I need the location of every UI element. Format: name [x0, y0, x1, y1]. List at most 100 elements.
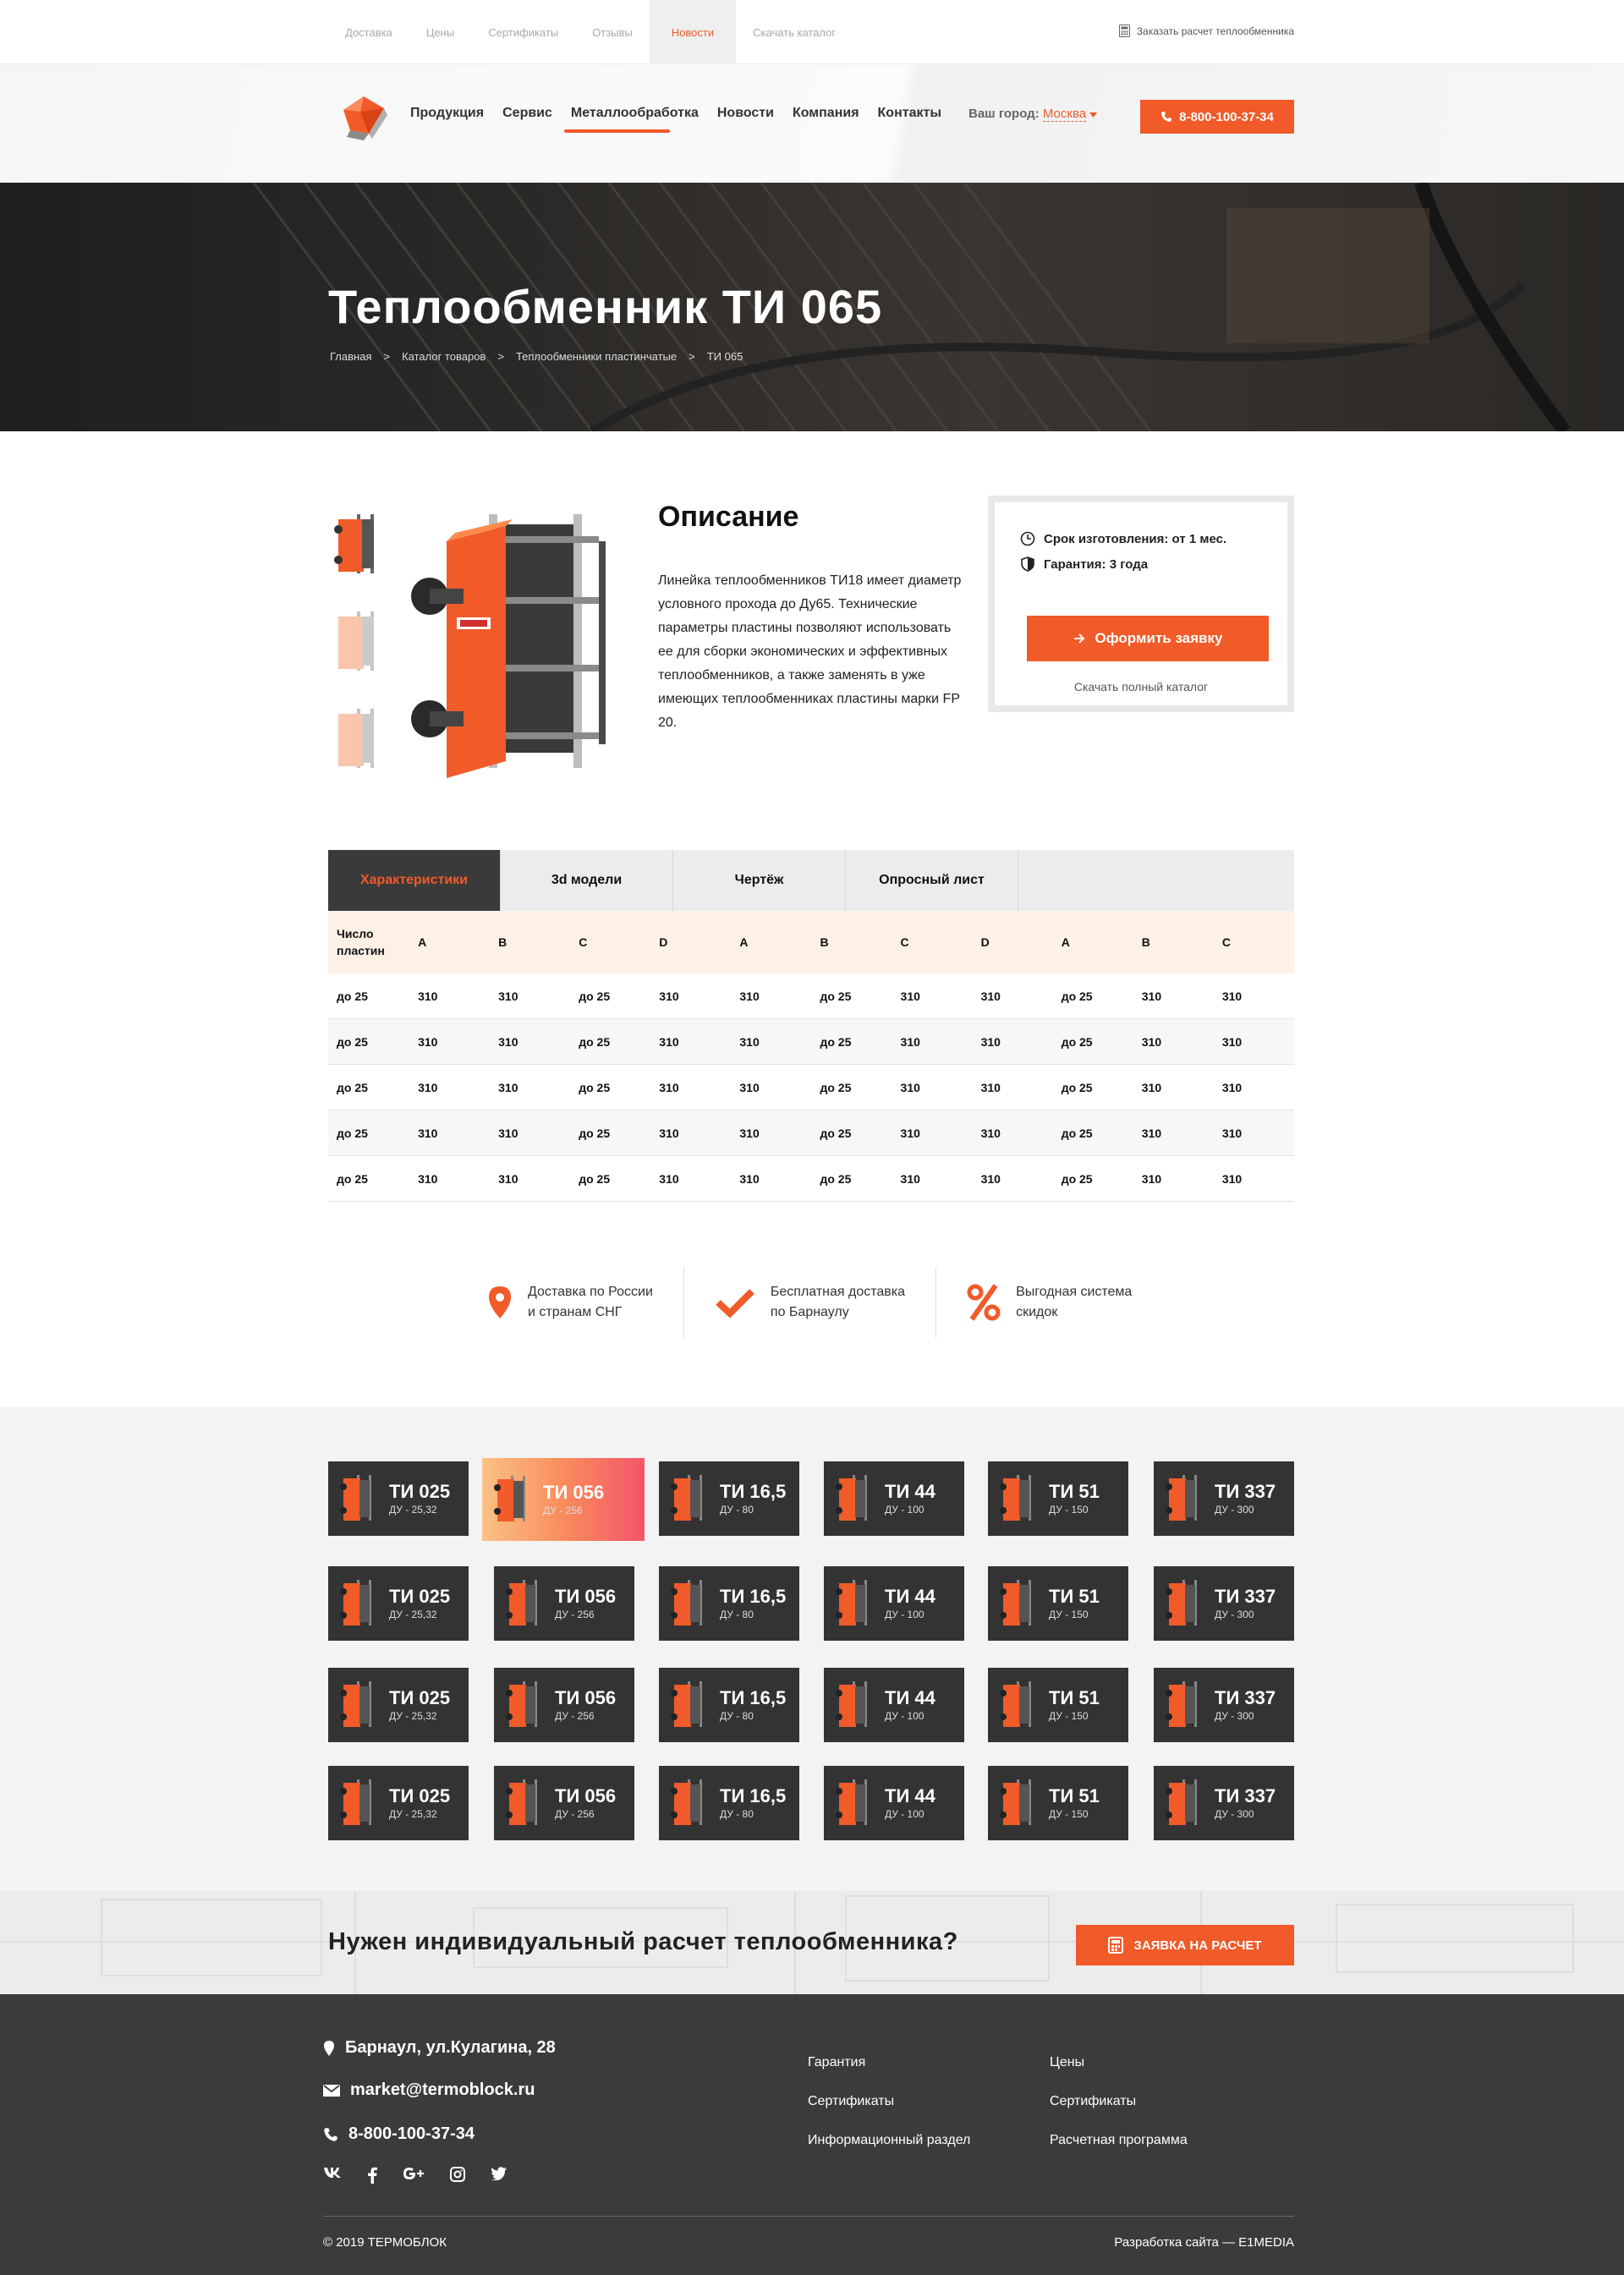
twitter-icon[interactable] — [491, 2167, 508, 2180]
product-card[interactable]: ТИ 51 ДУ - 150 — [988, 1668, 1128, 1742]
product-card[interactable]: ТИ 16,5 ДУ - 80 — [659, 1766, 799, 1840]
phone-button[interactable]: 8-800-100-37-34 — [1140, 100, 1294, 134]
city-value[interactable]: Москва — [1042, 107, 1087, 122]
table-row: до 25 310 310 до 25 310 310 до 25 310 310 до 25 31… — [328, 973, 1294, 1019]
product-card-name: ТИ 51 — [1049, 1586, 1100, 1607]
table-cell: до 25 — [337, 1034, 368, 1049]
product-card[interactable]: ТИ 51 ДУ - 150 — [988, 1766, 1128, 1840]
product-card[interactable]: ТИ 056 ДУ - 256 — [494, 1766, 634, 1840]
product-card-du: ДУ - 256 — [555, 1808, 595, 1820]
map-pin-icon — [324, 2040, 334, 2056]
product-catalog-grid: ТИ 025 ДУ - 25,32 ТИ 056 ДУ - 256 ТИ 16,5 ДУ … — [0, 1407, 1624, 1891]
product-card[interactable]: ТИ 44 ДУ - 100 — [824, 1566, 964, 1641]
order-button[interactable]: Оформить заявку — [1027, 616, 1269, 661]
product-card[interactable]: ТИ 025 ДУ - 25,32 — [328, 1766, 469, 1840]
table-row: до 25 310 310 до 25 310 310 до 25 310 310 до 25 31… — [328, 1156, 1294, 1202]
logo[interactable] — [335, 91, 391, 142]
product-card[interactable]: ТИ 16,5 ДУ - 80 — [659, 1461, 799, 1536]
table-cell: до 25 — [820, 1126, 852, 1140]
product-card[interactable]: ТИ 056 ДУ - 256 — [494, 1566, 634, 1641]
table-header-cell: A — [739, 935, 749, 949]
product-card-name: ТИ 51 — [1049, 1481, 1100, 1502]
footer-phone[interactable]: 8-800-100-37-34 — [323, 2124, 475, 2144]
product-card[interactable]: ТИ 025 ДУ - 25,32 — [328, 1668, 469, 1742]
product-card[interactable]: ТИ 056 ДУ - 256 — [494, 1668, 634, 1742]
product-card[interactable]: ТИ 337 ДУ - 300 — [1154, 1461, 1294, 1536]
header — [0, 64, 1624, 183]
breadcrumb-home[interactable]: Главная — [330, 350, 371, 363]
product-thumbnail[interactable] — [332, 507, 382, 587]
breadcrumb-catalog[interactable]: Каталог товаров — [402, 350, 486, 363]
nav-metalworking[interactable]: Металлообработка — [563, 106, 699, 133]
table-cell: 310 — [900, 1171, 920, 1186]
nav-service[interactable]: Сервис — [502, 106, 552, 121]
product-thumbnail[interactable] — [332, 702, 382, 781]
google-plus-icon[interactable] — [403, 2167, 425, 2180]
product-card-name: ТИ 337 — [1215, 1785, 1276, 1806]
vk-icon[interactable] — [323, 2167, 342, 2179]
table-cell: 310 — [418, 1080, 438, 1094]
developer-credit[interactable]: Разработка сайта — E1MEDIA — [1114, 2235, 1294, 2250]
top-link-news[interactable]: Новости — [649, 0, 737, 64]
top-link-prices[interactable]: Цены — [409, 0, 471, 64]
table-cell: до 25 — [1061, 1034, 1093, 1049]
description-title: Описание — [658, 501, 799, 533]
product-card[interactable]: ТИ 16,5 ДУ - 80 — [659, 1566, 799, 1641]
top-link-certificates[interactable]: Сертификаты — [471, 0, 575, 64]
product-card[interactable]: ТИ 16,5 ДУ - 80 — [659, 1668, 799, 1742]
product-card[interactable]: ТИ 337 ДУ - 300 — [1154, 1766, 1294, 1840]
product-thumbnail[interactable] — [332, 605, 382, 684]
table-cell: 310 — [418, 1126, 438, 1140]
order-calculation-link[interactable]: Заказать расчет теплообменника — [1118, 25, 1294, 37]
product-card-du: ДУ - 256 — [555, 1609, 595, 1620]
product-card[interactable]: ТИ 337 ДУ - 300 — [1154, 1566, 1294, 1641]
footer-link-calc-program[interactable]: Расчетная программа — [1050, 2133, 1188, 2148]
product-card[interactable]: ТИ 056 ДУ - 256 — [482, 1458, 645, 1541]
product-card[interactable]: ТИ 025 ДУ - 25,32 — [328, 1461, 469, 1536]
order-box: Срок изготовления: от 1 мес. Гарантия: 3… — [988, 496, 1294, 712]
footer-link-warranty[interactable]: Гарантия — [808, 2055, 865, 2070]
tab-questionnaire[interactable]: Опросный лист — [846, 850, 1018, 911]
product-card[interactable]: ТИ 025 ДУ - 25,32 — [328, 1566, 469, 1641]
facebook-icon[interactable] — [367, 2167, 377, 2184]
nav-contacts[interactable]: Контакты — [878, 106, 941, 121]
footer-link-prices[interactable]: Цены — [1050, 2055, 1084, 2070]
top-link-delivery[interactable]: Доставка — [328, 0, 409, 64]
table-header-cell: Число пластин — [337, 927, 385, 957]
tab-3d-models[interactable]: 3d модели — [501, 850, 673, 911]
table-cell: 310 — [659, 1126, 679, 1140]
product-card[interactable]: ТИ 51 ДУ - 150 — [988, 1461, 1128, 1536]
product-card-du: ДУ - 80 — [720, 1710, 754, 1722]
download-catalog-link[interactable]: Скачать полный каталог — [995, 680, 1287, 693]
footer-link-info-section[interactable]: Информационный раздел — [808, 2133, 970, 2148]
tab-characteristics[interactable]: Характеристики — [328, 850, 501, 921]
table-cell: до 25 — [1061, 1080, 1093, 1094]
nav-news[interactable]: Новости — [717, 106, 774, 121]
product-card-name: ТИ 51 — [1049, 1785, 1100, 1806]
calculation-request-button[interactable]: ЗАЯВКА НА РАСЧЕТ — [1076, 1925, 1294, 1965]
footer-link-certificates[interactable]: Сертификаты — [808, 2094, 894, 2109]
table-cell: 310 — [1221, 1080, 1243, 1094]
nav-company[interactable]: Компания — [793, 106, 859, 121]
product-card[interactable]: ТИ 44 ДУ - 100 — [824, 1766, 964, 1840]
product-card-name: ТИ 44 — [885, 1481, 935, 1502]
product-card-name: ТИ 056 — [555, 1586, 617, 1607]
footer-email[interactable]: market@termoblock.ru — [323, 2080, 535, 2100]
top-link-reviews[interactable]: Отзывы — [575, 0, 650, 64]
top-link-download-catalog[interactable]: Скачать каталог — [736, 0, 853, 64]
product-card[interactable]: ТИ 44 ДУ - 100 — [824, 1461, 964, 1536]
nav-products[interactable]: Продукция — [410, 106, 484, 121]
product-card-name: ТИ 16,5 — [720, 1687, 787, 1708]
city-selector[interactable]: Ваш город: Москва — [968, 107, 1098, 122]
feature-delivery-line1: Доставка по России — [528, 1285, 653, 1299]
product-card[interactable]: ТИ 44 ДУ - 100 — [824, 1668, 964, 1742]
table-cell: 310 — [900, 989, 920, 1003]
product-card[interactable]: ТИ 337 ДУ - 300 — [1154, 1668, 1294, 1742]
tab-drawing[interactable]: Чертёж — [673, 850, 846, 911]
footer-link-certificates-2[interactable]: Сертификаты — [1050, 2094, 1136, 2109]
product-card-name: ТИ 51 — [1049, 1687, 1100, 1708]
instagram-icon[interactable] — [450, 2167, 465, 2182]
table-cell: 310 — [1221, 1126, 1243, 1140]
product-card[interactable]: ТИ 51 ДУ - 150 — [988, 1566, 1128, 1641]
breadcrumb-category[interactable]: Теплообменники пластинчатые — [516, 350, 677, 363]
